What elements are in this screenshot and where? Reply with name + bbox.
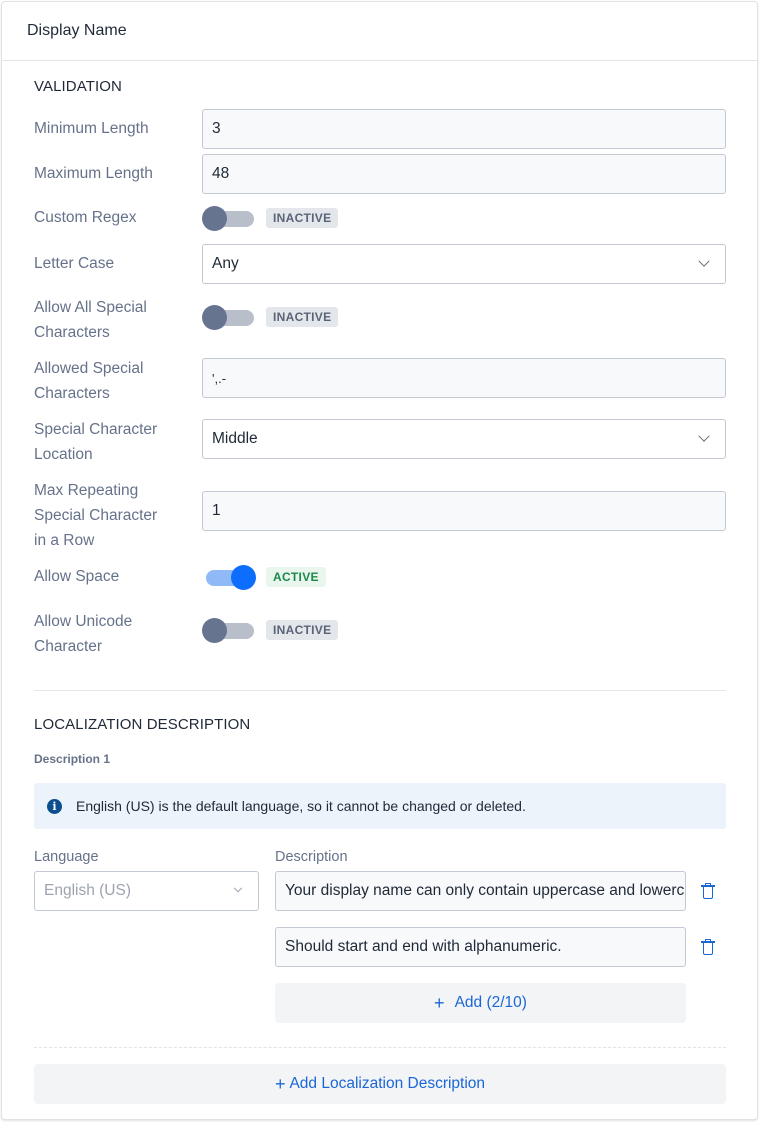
- min-length-label: Minimum Length: [34, 120, 149, 137]
- chevron-down-icon: [698, 255, 710, 267]
- validation-section-title: VALIDATION: [34, 78, 122, 95]
- add-description-label: Add (2/10): [454, 994, 527, 1011]
- info-text: English (US) is the default language, so…: [76, 798, 526, 814]
- custom-regex-toggle[interactable]: [202, 205, 256, 231]
- language-value: English (US): [44, 882, 131, 899]
- localization-section-title: LOCALIZATION DESCRIPTION: [34, 716, 251, 733]
- custom-regex-control: INACTIVE: [202, 205, 726, 231]
- plus-icon: +: [274, 1074, 286, 1094]
- info-icon: i: [47, 798, 62, 814]
- label-line: Special Character: [34, 507, 158, 524]
- allow-unicode-control: INACTIVE: [202, 617, 726, 643]
- allowed-special-input[interactable]: ',.-: [202, 358, 726, 398]
- description-input-2[interactable]: Should start and end with alphanumeric.: [275, 927, 686, 967]
- label-line: Characters: [34, 324, 110, 341]
- special-location-value: Middle: [212, 430, 258, 447]
- max-length-input[interactable]: 48: [202, 154, 726, 194]
- language-label: Language: [34, 849, 99, 865]
- description-label: Description: [275, 849, 348, 865]
- add-description-button[interactable]: + Add (2/10): [275, 983, 686, 1023]
- label-line: Allowed Special: [34, 360, 144, 377]
- label-line: in a Row: [34, 532, 95, 549]
- label-line: Allow All Special: [34, 299, 147, 316]
- allow-unicode-status-badge: INACTIVE: [266, 620, 339, 640]
- plus-icon: +: [434, 993, 445, 1013]
- label-line: Characters: [34, 385, 110, 402]
- label-line: Character: [34, 638, 103, 655]
- max-repeating-input[interactable]: 1: [202, 491, 726, 531]
- max-repeating-label: Max Repeating Special Character in a Row: [34, 478, 184, 553]
- allow-unicode-toggle[interactable]: [202, 617, 256, 643]
- add-localization-description-button[interactable]: + Add Localization Description: [34, 1064, 726, 1104]
- letter-case-select[interactable]: Any: [202, 244, 726, 284]
- display-name-card: Display Name VALIDATION Minimum Length 3…: [1, 1, 758, 1120]
- allow-space-control: ACTIVE: [202, 564, 726, 590]
- description-heading: Description 1: [34, 752, 111, 766]
- card-title: Display Name: [27, 22, 127, 39]
- allow-all-special-toggle[interactable]: [202, 304, 256, 330]
- allow-space-status-badge: ACTIVE: [266, 567, 326, 587]
- special-location-select[interactable]: Middle: [202, 419, 726, 459]
- info-banner: i English (US) is the default language, …: [34, 783, 726, 829]
- allow-all-special-control: INACTIVE: [202, 304, 726, 330]
- language-select[interactable]: English (US): [34, 871, 259, 911]
- allow-all-special-label: Allow All Special Characters: [34, 295, 184, 345]
- allow-space-toggle[interactable]: [202, 564, 256, 590]
- custom-regex-status-badge: INACTIVE: [266, 208, 339, 228]
- min-length-input[interactable]: 3: [202, 109, 726, 149]
- max-length-label: Maximum Length: [34, 165, 153, 182]
- delete-description-2-trash-icon[interactable]: [701, 939, 715, 955]
- chevron-down-icon: [233, 883, 243, 893]
- chevron-down-icon: [698, 430, 710, 442]
- letter-case-label: Letter Case: [34, 255, 115, 272]
- special-location-label: Special Character Location: [34, 417, 184, 467]
- card-header: Display Name: [2, 2, 757, 61]
- label-line: Max Repeating: [34, 482, 139, 499]
- label-line: Special Character: [34, 421, 158, 438]
- label-line: Location: [34, 446, 93, 463]
- dashed-divider: [34, 1047, 726, 1048]
- delete-description-1-trash-icon[interactable]: [701, 883, 715, 899]
- allow-all-special-status-badge: INACTIVE: [266, 307, 339, 327]
- add-localization-label: Add Localization Description: [289, 1075, 486, 1092]
- letter-case-value: Any: [212, 255, 239, 272]
- description-input-1[interactable]: Your display name can only contain upper…: [275, 871, 686, 911]
- allow-space-label: Allow Space: [34, 568, 120, 585]
- section-divider: [34, 690, 726, 691]
- allowed-special-label: Allowed Special Characters: [34, 356, 184, 406]
- label-line: Allow Unicode: [34, 613, 133, 630]
- custom-regex-label: Custom Regex: [34, 209, 137, 226]
- allow-unicode-label: Allow Unicode Character: [34, 609, 184, 659]
